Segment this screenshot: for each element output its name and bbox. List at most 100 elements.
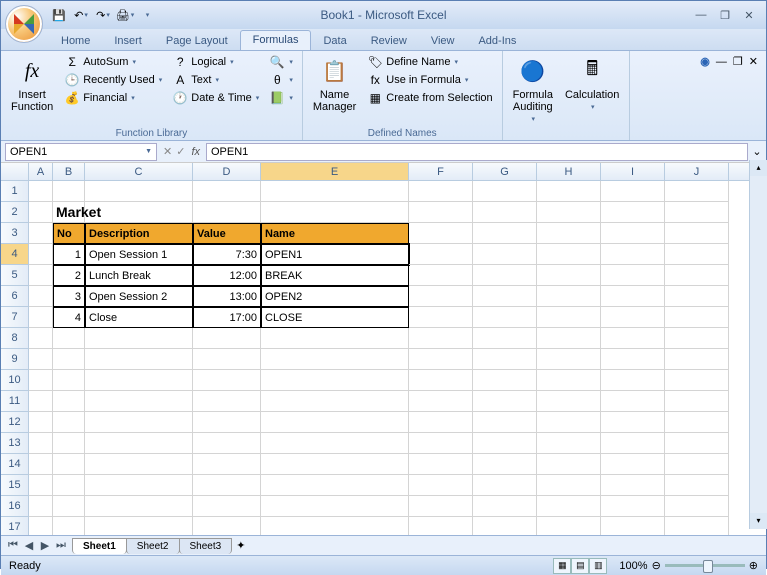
table-cell[interactable]: Open Session 2 bbox=[85, 286, 193, 307]
tab-view[interactable]: View bbox=[419, 32, 467, 50]
financial-icon: 💰 bbox=[64, 90, 80, 106]
header-desc[interactable]: Description bbox=[85, 223, 193, 244]
math-button[interactable]: θ▾ bbox=[266, 71, 296, 89]
zoom-slider[interactable] bbox=[665, 564, 745, 567]
office-button[interactable] bbox=[5, 5, 43, 43]
sheet-tab[interactable]: Sheet3 bbox=[179, 538, 233, 554]
lookup-button[interactable]: 🔍▾ bbox=[266, 53, 296, 71]
new-sheet-icon[interactable]: ✦ bbox=[236, 539, 245, 552]
close-icon[interactable]: ✕ bbox=[738, 7, 760, 23]
column-headers: A B C D E F G H I J bbox=[1, 163, 766, 181]
group-function-library: Function Library bbox=[7, 127, 296, 140]
redo-icon[interactable]: ↷▾ bbox=[93, 5, 113, 25]
more-fn-button[interactable]: 📗▾ bbox=[266, 89, 296, 107]
tab-review[interactable]: Review bbox=[359, 32, 419, 50]
table-cell[interactable]: OPEN2 bbox=[261, 286, 409, 307]
table-cell[interactable]: 1 bbox=[53, 244, 85, 265]
col-header[interactable]: I bbox=[601, 163, 665, 180]
name-manager-button[interactable]: 📋 Name Manager bbox=[309, 53, 360, 115]
worksheet-grid[interactable]: 1 2Market 3NoDescriptionValueName 41Open… bbox=[1, 181, 766, 535]
last-sheet-icon[interactable]: ⏭ bbox=[53, 539, 69, 552]
fx-icon[interactable]: fx bbox=[191, 146, 200, 158]
header-name[interactable]: Name bbox=[261, 223, 409, 244]
table-cell[interactable]: 4 bbox=[53, 307, 85, 328]
page-break-view-icon[interactable]: ▥ bbox=[589, 558, 607, 574]
cell-title[interactable]: Market bbox=[53, 202, 85, 223]
formula-bar[interactable]: OPEN1 bbox=[206, 143, 748, 161]
col-header[interactable]: C bbox=[85, 163, 193, 180]
page-layout-view-icon[interactable]: ▤ bbox=[571, 558, 589, 574]
col-header[interactable]: F bbox=[409, 163, 473, 180]
name-box-dropdown-icon[interactable]: ▼ bbox=[145, 148, 152, 155]
financial-button[interactable]: 💰Financial▾ bbox=[61, 89, 165, 107]
maximize-icon[interactable]: ❐ bbox=[714, 7, 736, 23]
first-sheet-icon[interactable]: ⏮ bbox=[5, 539, 21, 552]
doc-close-icon[interactable]: ✕ bbox=[749, 55, 758, 68]
sheet-tab[interactable]: Sheet2 bbox=[126, 538, 180, 554]
recently-used-button[interactable]: 🕒Recently Used▾ bbox=[61, 71, 165, 89]
table-cell[interactable]: 13:00 bbox=[193, 286, 261, 307]
tab-page-layout[interactable]: Page Layout bbox=[154, 32, 240, 50]
table-cell[interactable]: CLOSE bbox=[261, 307, 409, 328]
header-val[interactable]: Value bbox=[193, 223, 261, 244]
doc-restore-icon[interactable]: ❐ bbox=[733, 55, 743, 68]
table-cell[interactable]: 17:00 bbox=[193, 307, 261, 328]
table-cell[interactable]: BREAK bbox=[261, 265, 409, 286]
prev-sheet-icon[interactable]: ◀ bbox=[21, 539, 37, 552]
tab-home[interactable]: Home bbox=[49, 32, 102, 50]
text-button[interactable]: AText▾ bbox=[169, 71, 262, 89]
name-box[interactable]: OPEN1 ▼ bbox=[5, 143, 157, 161]
undo-icon[interactable]: ↶▾ bbox=[71, 5, 91, 25]
tab-formulas[interactable]: Formulas bbox=[240, 30, 312, 50]
table-cell[interactable]: 3 bbox=[53, 286, 85, 307]
col-header[interactable]: G bbox=[473, 163, 537, 180]
col-header[interactable]: B bbox=[53, 163, 85, 180]
table-cell[interactable]: 2 bbox=[53, 265, 85, 286]
table-cell[interactable]: Open Session 1 bbox=[85, 244, 193, 265]
expand-formula-bar-icon[interactable]: ⌄ bbox=[748, 145, 766, 158]
header-no[interactable]: No bbox=[53, 223, 85, 244]
zoom-level[interactable]: 100% bbox=[619, 560, 647, 572]
doc-minimize-icon[interactable]: — bbox=[716, 56, 727, 68]
formula-auditing-button[interactable]: 🔵 Formula Auditing▾ bbox=[509, 53, 557, 125]
autosum-button[interactable]: ΣAutoSum▾ bbox=[61, 53, 165, 71]
cancel-icon[interactable]: ✕ bbox=[163, 145, 172, 158]
calculation-button[interactable]: 🖩 Calculation▾ bbox=[561, 53, 623, 125]
text-icon: A bbox=[172, 72, 188, 88]
col-header[interactable]: D bbox=[193, 163, 261, 180]
help-icon[interactable]: ◉ bbox=[700, 55, 710, 68]
next-sheet-icon[interactable]: ▶ bbox=[37, 539, 53, 552]
sheet-tab[interactable]: Sheet1 bbox=[72, 538, 127, 554]
use-in-formula-button[interactable]: fxUse in Formula▾ bbox=[364, 71, 495, 89]
define-name-button[interactable]: 🏷Define Name▾ bbox=[364, 53, 495, 71]
col-header[interactable]: E bbox=[261, 163, 409, 180]
tab-data[interactable]: Data bbox=[311, 32, 358, 50]
qat-customize-icon[interactable]: ▾ bbox=[137, 5, 157, 25]
minimize-icon[interactable]: — bbox=[690, 7, 712, 23]
save-icon[interactable]: 💾 bbox=[49, 5, 69, 25]
active-cell[interactable]: OPEN1 bbox=[261, 244, 409, 265]
zoom-out-icon[interactable]: ⊖ bbox=[652, 559, 661, 572]
tab-insert[interactable]: Insert bbox=[102, 32, 154, 50]
table-cell[interactable]: 7:30 bbox=[193, 244, 261, 265]
print-icon[interactable]: 🖨▾ bbox=[115, 5, 135, 25]
create-from-selection-button[interactable]: ▦Create from Selection bbox=[364, 89, 495, 107]
col-header[interactable]: J bbox=[665, 163, 729, 180]
normal-view-icon[interactable]: ▦ bbox=[553, 558, 571, 574]
status-bar: Ready ▦ ▤ ▥ 100% ⊖ ⊕ bbox=[1, 555, 766, 575]
insert-function-button[interactable]: fx Insert Function bbox=[7, 53, 57, 115]
table-cell[interactable]: Lunch Break bbox=[85, 265, 193, 286]
zoom-in-icon[interactable]: ⊕ bbox=[749, 559, 758, 572]
define-name-icon: 🏷 bbox=[367, 54, 383, 70]
vertical-scrollbar[interactable] bbox=[749, 160, 767, 529]
table-cell[interactable]: 12:00 bbox=[193, 265, 261, 286]
lookup-icon: 🔍 bbox=[269, 54, 285, 70]
col-header[interactable]: A bbox=[29, 163, 53, 180]
datetime-button[interactable]: 🕐Date & Time▾ bbox=[169, 89, 262, 107]
enter-icon[interactable]: ✓ bbox=[176, 145, 185, 158]
table-cell[interactable]: Close bbox=[85, 307, 193, 328]
logical-button[interactable]: ?Logical▾ bbox=[169, 53, 262, 71]
select-all-corner[interactable] bbox=[1, 163, 29, 180]
tab-addins[interactable]: Add-Ins bbox=[466, 32, 528, 50]
col-header[interactable]: H bbox=[537, 163, 601, 180]
